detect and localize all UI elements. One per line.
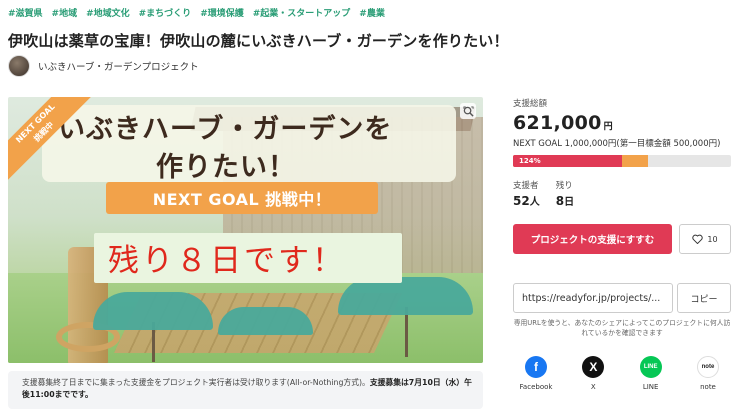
- tag-link[interactable]: #まちづくり: [139, 6, 192, 19]
- line-icon: LINE: [639, 356, 662, 378]
- remaining-stat: 残り 8日: [556, 179, 574, 208]
- share-url-note: 専用URLを使うと、あなたのシェアによってこのプロジェクトに何人訪れているかを確…: [513, 319, 731, 337]
- project-main-image: いぶきハーブ・ガーデンを 作りたい！ NEXT GOAL 挑戦中！ 残り８日です…: [8, 97, 483, 363]
- notice-text: 支援募集終了日までに集まった支援金をプロジェクト実行者は受け取ります(All-o…: [22, 378, 370, 387]
- share-url-input[interactable]: [513, 283, 673, 313]
- share-line[interactable]: LINE LINE: [628, 356, 674, 391]
- expand-image-button[interactable]: [460, 103, 476, 119]
- stats-row: 支援者 52人 残り 8日: [513, 179, 731, 208]
- supporters-unit: 人: [529, 197, 540, 208]
- favorite-count: 10: [707, 234, 718, 244]
- amount-unit: 円: [603, 122, 613, 132]
- image-headline: 作りたい！: [156, 152, 296, 183]
- goal-text: NEXT GOAL 1,000,000円(第一目標金額 500,000円): [513, 139, 721, 149]
- funding-panel: 支援総額 621,000 円 NEXT GOAL 1,000,000円(第一目標金…: [513, 97, 731, 208]
- progress-bar: 124%: [513, 155, 731, 167]
- support-button[interactable]: プロジェクトの支援にすすむ: [513, 224, 672, 254]
- support-actions: プロジェクトの支援にすすむ 10: [513, 224, 731, 254]
- tag-link[interactable]: #地域文化: [86, 6, 130, 19]
- facebook-icon: f: [525, 356, 547, 378]
- note-icon: note: [696, 356, 719, 378]
- supporters-label: 支援者: [513, 181, 539, 191]
- all-or-nothing-notice: 支援募集終了日までに集まった支援金をプロジェクト実行者は受け取ります(All-o…: [8, 371, 483, 409]
- tag-link[interactable]: #地域: [52, 6, 78, 19]
- share-x[interactable]: X X: [570, 356, 616, 391]
- remaining-label: 残り: [555, 181, 573, 191]
- share-facebook[interactable]: f Facebook: [513, 356, 559, 391]
- total-label: 支援総額: [513, 99, 548, 109]
- share-note[interactable]: note note: [685, 356, 731, 391]
- remaining-unit: 日: [564, 197, 575, 208]
- avatar[interactable]: [8, 55, 30, 77]
- remaining-value: 8日: [556, 193, 574, 208]
- remaining-days-text: 残り８日です！: [108, 243, 346, 279]
- tag-link[interactable]: #滋賀県: [8, 6, 43, 19]
- progress-percent: 124%: [519, 157, 541, 165]
- tag-link[interactable]: #農業: [359, 6, 385, 19]
- project-title: 伊吹山は薬草の宝庫！伊吹山の麓にいぶきハーブ・ガーデンを作りたい！: [8, 32, 509, 50]
- heart-icon: [692, 234, 704, 244]
- amount-value: 621,000: [513, 112, 602, 134]
- tag-link[interactable]: #環境保護: [200, 6, 244, 19]
- illustration-umbrella: [93, 292, 213, 330]
- share-label: Facebook: [519, 383, 553, 391]
- favorite-button[interactable]: 10: [679, 224, 731, 254]
- next-goal-banner: NEXT GOAL 挑戦中！: [106, 182, 378, 214]
- illustration-umbrella: [218, 307, 313, 335]
- owner-name[interactable]: いぶきハーブ・ガーデンプロジェクト: [38, 59, 199, 73]
- copy-button[interactable]: コピー: [677, 283, 731, 313]
- supporters-value: 52人: [513, 193, 540, 208]
- tag-list: #滋賀県 #地域 #地域文化 #まちづくり #環境保護 #起業・スタートアップ …: [8, 6, 385, 19]
- zoom-icon: [462, 105, 474, 117]
- image-headline: いぶきハーブ・ガーデンを: [58, 114, 393, 145]
- supporters-stat: 支援者 52人: [513, 179, 540, 208]
- project-owner[interactable]: いぶきハーブ・ガーデンプロジェクト: [8, 55, 199, 77]
- share-label: note: [700, 383, 716, 391]
- share-url-row: コピー: [513, 283, 731, 313]
- tag-link[interactable]: #起業・スタートアップ: [253, 6, 351, 19]
- share-label: X: [590, 383, 596, 391]
- share-buttons: f Facebook X X LINE LINE note note: [513, 356, 731, 391]
- x-icon: X: [582, 356, 605, 378]
- share-label: LINE: [642, 383, 659, 391]
- total-amount: 621,000 円: [513, 112, 731, 134]
- supporters-number: 52: [513, 194, 530, 208]
- remaining-number: 8: [555, 194, 565, 208]
